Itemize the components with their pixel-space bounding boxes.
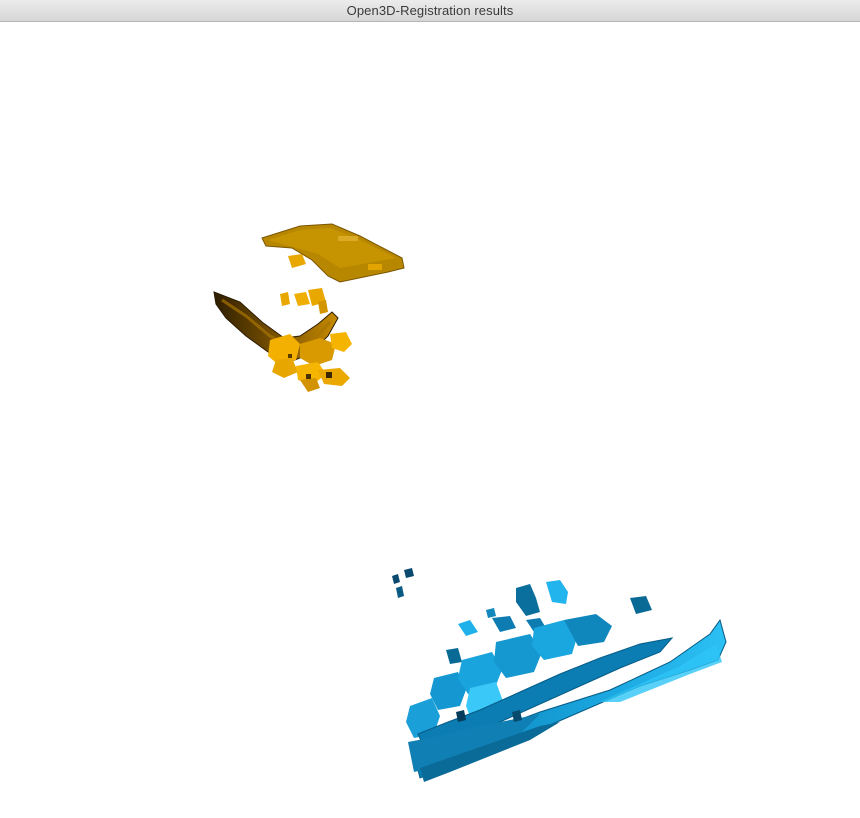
window-title: Open3D-Registration results	[346, 3, 514, 18]
title-bar[interactable]: Open3D-Registration results	[0, 0, 860, 22]
scene-canvas[interactable]	[0, 22, 860, 818]
source-point-cloud[interactable]	[213, 223, 405, 392]
3d-viewport[interactable]	[0, 22, 860, 818]
target-point-cloud[interactable]	[392, 568, 727, 782]
app-window: Open3D-Registration results	[0, 0, 860, 818]
